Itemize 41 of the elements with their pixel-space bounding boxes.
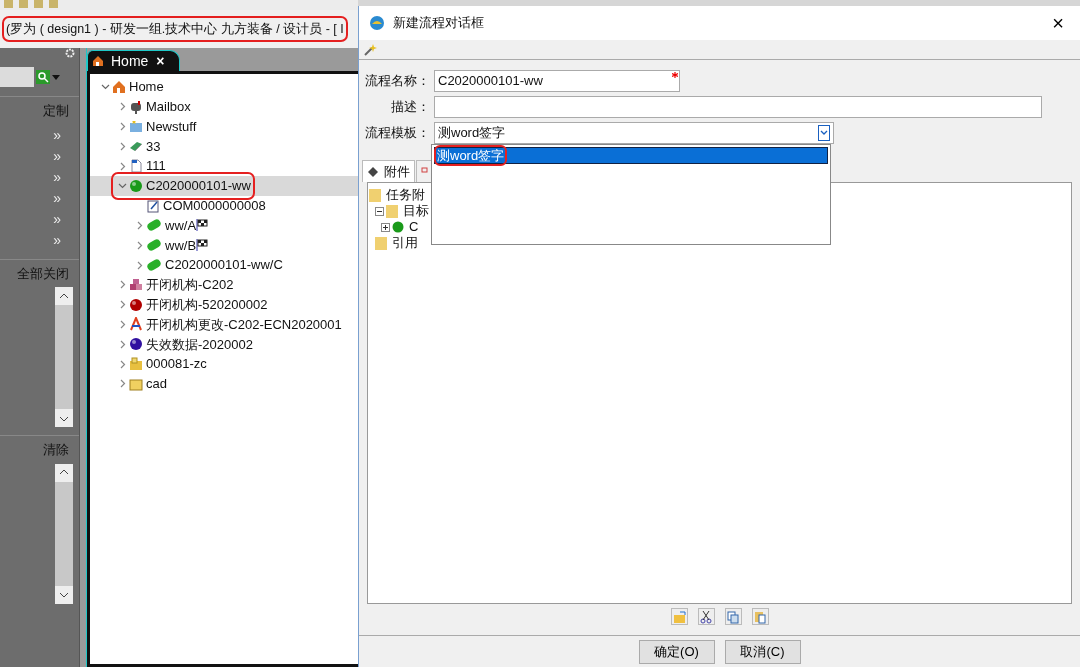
tree-item[interactable]: 111 <box>90 156 358 176</box>
expand-arrow[interactable]: » <box>53 124 79 146</box>
tab[interactable]: 附件 <box>362 160 415 182</box>
field-label: 描述： <box>390 98 430 117</box>
template-dropdown[interactable]: 测word签字 <box>434 122 834 144</box>
tree-item[interactable]: 失效数据-2020002 <box>90 334 358 355</box>
cancel-button[interactable]: 取消(C) <box>724 640 801 664</box>
dropdown-option[interactable]: 测word签字 <box>434 147 828 164</box>
tree-item[interactable]: 目标 <box>375 203 429 219</box>
tree-item[interactable]: 33 <box>90 136 358 157</box>
close-button[interactable]: × <box>1036 6 1080 40</box>
tree-item[interactable]: 开闭机构-C202 <box>90 274 358 295</box>
expand-arrow[interactable]: » <box>53 229 79 251</box>
panel-button[interactable]: 定制 <box>43 97 79 125</box>
tree-item[interactable]: C <box>381 219 419 235</box>
tree-item[interactable]: 引用 <box>375 235 418 251</box>
tree-item[interactable]: 任务附 <box>369 187 425 203</box>
tree-item[interactable]: 开闭机构-520200002 <box>90 294 358 315</box>
close-icon[interactable]: × <box>156 50 165 72</box>
field-label: 流程模板： <box>364 124 430 143</box>
field-label: 流程名称： <box>364 72 430 91</box>
expand-arrow[interactable]: » <box>53 166 79 188</box>
tree-item[interactable]: cad <box>90 373 358 394</box>
tree-item[interactable]: Home <box>90 77 358 97</box>
tree-item[interactable]: Newstuff <box>90 116 358 137</box>
expand-arrow[interactable]: » <box>53 187 79 209</box>
tree-item[interactable]: 开闭机构更改-C202-ECN2020001 <box>90 314 358 335</box>
ok-button[interactable]: 确定(O) <box>638 640 715 664</box>
panel-button[interactable]: 全部关闭 <box>17 259 79 287</box>
tree-item[interactable]: Mailbox <box>90 96 358 117</box>
tree-item[interactable]: ww/A <box>90 215 358 236</box>
tree-item[interactable]: ww/B <box>90 235 358 256</box>
panel-button[interactable]: 清除 <box>43 436 79 464</box>
home-tab[interactable]: Home × <box>87 50 180 71</box>
tree-item[interactable]: COM0000000008 <box>90 195 358 216</box>
dialog-title: 新建流程对话框 <box>393 14 484 33</box>
tree-item[interactable]: 000081-zc <box>90 354 358 374</box>
input-field[interactable]: C2020000101-ww <box>434 70 680 92</box>
tree-item[interactable]: C2020000101-ww/C <box>90 255 358 275</box>
expand-arrow[interactable]: » <box>53 145 79 167</box>
expand-arrow[interactable]: » <box>53 208 79 230</box>
